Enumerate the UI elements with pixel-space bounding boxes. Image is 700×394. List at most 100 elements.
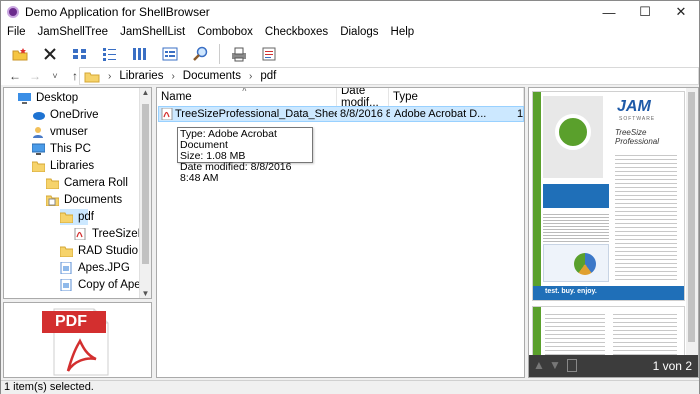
tree-item-rad-studio[interactable]: RAD Studio <box>60 243 138 259</box>
tree-item-documents[interactable]: Documents <box>46 192 122 208</box>
breadcrumb-chevron-icon: › <box>248 70 253 82</box>
search-button[interactable] <box>189 43 211 65</box>
tree-item-pdf[interactable]: pdf <box>60 209 94 225</box>
pdf-scrollbar[interactable] <box>686 88 698 356</box>
row-date-cell: 8/8/2016 8:48 AM <box>340 108 390 120</box>
product-name: TreeSize Professional <box>615 128 660 146</box>
folder-tree[interactable]: Desktop OneDrive vmuser This PC Librarie… <box>3 87 152 299</box>
maximize-button[interactable]: ☐ <box>627 1 663 23</box>
scroll-up-icon[interactable]: ▲ <box>140 88 151 97</box>
tree-item-label: Libraries <box>50 160 95 172</box>
view-columns-button[interactable] <box>129 43 151 65</box>
tree-item-label: Apes.JPG <box>78 262 130 274</box>
tree-scrollbar[interactable]: ▲ ▼ <box>139 88 151 298</box>
pdf-page-1: JAM SOFTWARE TreeSize Professional test.… <box>532 91 685 301</box>
tree-item-vmuser[interactable]: vmuser <box>32 124 88 140</box>
view-list-button[interactable] <box>99 43 121 65</box>
pdf-badge-label: PDF <box>55 313 87 330</box>
column-header-name[interactable]: Name ˄ <box>157 88 337 106</box>
view-details-button[interactable] <box>159 43 181 65</box>
cloud-icon <box>33 112 45 120</box>
tree-item-label: OneDrive <box>50 109 99 121</box>
text-block <box>545 311 605 355</box>
app-window: Demo Application for ShellBrowser — ☐ ✕ … <box>0 0 700 394</box>
status-bar: 1 item(s) selected. <box>1 380 699 394</box>
page-count: 1 von 2 <box>652 359 692 373</box>
computer-icon <box>32 143 45 155</box>
tree-item-libraries[interactable]: Libraries <box>32 158 94 174</box>
scroll-down-icon[interactable]: ▼ <box>140 289 151 298</box>
tree-item-label: Documents <box>64 194 123 206</box>
menu-dialogs[interactable]: Dialogs <box>334 26 384 38</box>
menu-help[interactable]: Help <box>385 26 421 38</box>
tree-item-camera-roll[interactable]: Camera Roll <box>46 175 128 191</box>
page-footer-bar: test. buy. enjoy. <box>533 286 684 300</box>
next-page-icon[interactable]: ▼ <box>549 358 561 372</box>
menu-combobox[interactable]: Combobox <box>191 26 259 38</box>
text-block <box>613 311 677 355</box>
tree-item-apes-jpg[interactable]: Apes.JPG <box>60 260 130 276</box>
menu-jamshelltree[interactable]: JamShellTree <box>32 26 115 38</box>
address-bar: ← → ˅ ↑ › Libraries › Documents › pdf <box>1 67 699 85</box>
column-header-type[interactable]: Type <box>389 88 524 106</box>
menu-checkboxes[interactable]: Checkboxes <box>259 26 334 38</box>
minimize-button[interactable]: — <box>591 1 627 23</box>
page-view-icon[interactable] <box>567 359 577 372</box>
breadcrumb-libraries[interactable]: Libraries <box>119 70 163 82</box>
tree-item-desktop[interactable]: Desktop <box>18 90 78 106</box>
text-block <box>543 212 609 242</box>
column-header-date[interactable]: Date modif... <box>337 88 389 109</box>
row-name: TreeSizeProfessional_Data_Sheet_DE.pdf <box>175 108 337 120</box>
desktop-icon <box>18 93 31 104</box>
printer-icon <box>232 47 246 62</box>
tree-item-label: vmuser <box>50 126 88 138</box>
folder-icon <box>60 212 73 223</box>
row-name-cell: TreeSizeProfessional_Data_Sheet_DE.pdf <box>161 107 337 121</box>
menu-file[interactable]: File <box>1 26 32 38</box>
file-info-tooltip: Type: Adobe Acrobat Document Size: 1.08 … <box>177 127 313 184</box>
pdf-icon <box>161 108 173 120</box>
tree-item-label: Desktop <box>36 92 79 104</box>
tree-item-this-pc[interactable]: This PC <box>32 141 91 157</box>
file-thumbnail-preview: PDF <box>3 302 152 378</box>
close-button[interactable]: ✕ <box>663 1 699 23</box>
page-green-sidebar <box>533 92 541 300</box>
folder-icon <box>84 72 100 82</box>
page-green-sidebar <box>533 307 541 355</box>
breadcrumb-chevron-icon: › <box>108 70 112 82</box>
properties-button[interactable] <box>258 43 280 65</box>
breadcrumb-pdf[interactable]: pdf <box>260 70 276 82</box>
treesize-logo-icon <box>555 114 591 150</box>
back-arrow-icon[interactable]: ← <box>5 69 25 83</box>
feature-list-block <box>615 152 677 282</box>
tree-item-onedrive[interactable]: OneDrive <box>32 107 99 123</box>
new-folder-icon <box>12 48 28 61</box>
previous-page-icon[interactable]: ▲ <box>533 358 545 372</box>
breadcrumb-chevron-icon: › <box>171 70 175 82</box>
folder-icon <box>60 246 73 257</box>
image-icon <box>60 262 72 274</box>
print-button[interactable] <box>228 43 250 65</box>
pdf-icon <box>74 228 86 240</box>
menu-bar: File JamShellTree JamShellList Combobox … <box>1 23 699 41</box>
view-icons-button[interactable] <box>69 43 91 65</box>
menu-jamshelllist[interactable]: JamShellList <box>114 26 191 38</box>
history-dropdown-icon[interactable]: ˅ <box>45 71 65 81</box>
delete-button[interactable] <box>39 43 61 65</box>
pdf-preview-pane[interactable]: JAM SOFTWARE TreeSize Professional test.… <box>528 87 699 378</box>
new-folder-button[interactable] <box>9 43 31 65</box>
forward-arrow-icon[interactable]: → <box>25 69 45 83</box>
tree-scroll-thumb[interactable] <box>142 104 149 264</box>
sort-ascending-icon: ˄ <box>242 87 247 94</box>
blue-info-block <box>543 184 609 208</box>
address-field[interactable]: › Libraries › Documents › pdf <box>79 67 699 85</box>
pie-chart-image <box>574 253 596 275</box>
tooltip-date: Date modified: 8/8/2016 8:48 AM <box>180 161 292 184</box>
breadcrumb-documents[interactable]: Documents <box>183 70 241 82</box>
user-icon <box>33 127 43 138</box>
app-icon <box>7 6 19 18</box>
table-row[interactable]: TreeSizeProfessional_Data_Sheet_DE.pdf 8… <box>158 106 524 122</box>
delete-icon <box>44 48 56 60</box>
large-icons-view-icon <box>73 49 86 59</box>
pdf-scroll-thumb[interactable] <box>688 92 695 342</box>
